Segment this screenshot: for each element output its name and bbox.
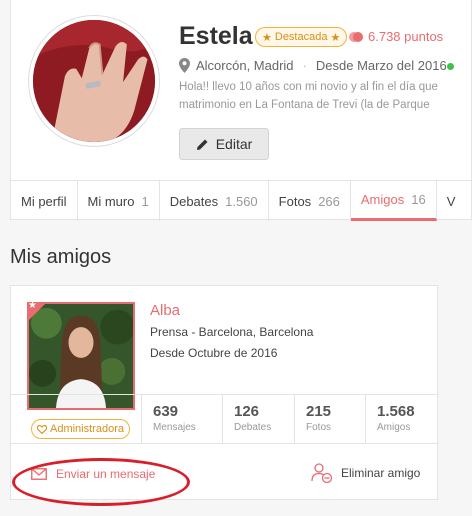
points: 6.738 puntos <box>348 29 443 44</box>
tab-label: V <box>446 193 456 209</box>
admin-badge-label: Administradora <box>50 423 124 435</box>
tab-label: Debates <box>169 193 219 209</box>
section-title: Mis amigos <box>10 246 112 268</box>
stat-value: 126 <box>234 403 260 420</box>
edit-profile-button[interactable]: Editar <box>179 128 269 160</box>
profile-name: Estela <box>179 22 253 50</box>
stat-label: Fotos <box>306 422 332 433</box>
profile-tabs: Mi perfil Mi muro 1 Debates 1.560 Fotos … <box>11 180 472 221</box>
bio-line: matrimonio en La Fontana de Trevi (la de… <box>179 99 430 111</box>
tab-count: 1.560 <box>225 193 258 209</box>
featured-badge-label: Destacada <box>274 31 328 43</box>
tab-label: Mi perfil <box>21 193 67 209</box>
friend-since: Desde Octubre de 2016 <box>150 346 278 360</box>
send-message-label: Enviar un mensaje <box>56 467 156 481</box>
edit-profile-label: Editar <box>215 136 253 152</box>
star-icon: ★ <box>28 300 37 311</box>
stat-label: Amigos <box>377 422 411 433</box>
friend-name[interactable]: Alba <box>150 302 180 319</box>
heart-icon <box>37 424 47 434</box>
envelope-icon <box>31 468 47 480</box>
remove-friend-label: Eliminar amigo <box>341 466 421 480</box>
tab-mi-perfil[interactable]: Mi perfil <box>11 181 78 221</box>
stat-debates: 126 Debates <box>222 394 293 444</box>
tab-fotos[interactable]: Fotos 266 <box>269 181 351 221</box>
points-value: 6.738 puntos <box>368 29 444 44</box>
hand-ring-photo <box>33 20 155 142</box>
tab-label: Fotos <box>278 193 312 209</box>
tab-truncated[interactable]: V <box>437 181 466 221</box>
profile-bio: Hola!! llevo 10 años con mi novio y al f… <box>179 78 469 114</box>
profile-avatar[interactable] <box>29 16 159 146</box>
send-message-button[interactable]: Enviar un mensaje <box>31 467 155 481</box>
separator-dot: · <box>302 58 307 73</box>
tab-debates[interactable]: Debates 1.560 <box>160 181 269 221</box>
location-pin-icon <box>179 58 190 73</box>
tab-label: Mi muro <box>87 193 135 209</box>
points-icon <box>349 31 363 42</box>
stat-fotos: 215 Fotos <box>294 394 365 444</box>
online-status-dot <box>447 63 454 70</box>
star-icon: ★ <box>262 31 272 44</box>
stat-label: Mensajes <box>153 422 196 433</box>
stat-label: Debates <box>234 422 272 433</box>
stat-amigos: 1.568 Amigos <box>365 394 436 444</box>
star-icon: ★ <box>330 31 341 44</box>
admin-badge: Administradora <box>31 419 130 439</box>
profile-location: Alcorcón, Madrid <box>196 58 294 73</box>
profile-meta: Alcorcón, Madrid · Desde Marzo del 2016 <box>179 58 447 73</box>
remove-user-icon <box>311 463 333 483</box>
friend-location: Prensa - Barcelona, Barcelona <box>150 325 314 339</box>
tab-count: 1 <box>141 193 149 209</box>
stat-value: 1.568 <box>377 403 415 420</box>
featured-badge: ★ Destacada ★ <box>255 27 348 47</box>
bio-line: Hola!! llevo 10 años con mi novio y al f… <box>179 81 438 93</box>
profile-since: Desde Marzo del 2016 <box>315 58 447 73</box>
tab-count: 266 <box>318 193 340 209</box>
tab-amigos[interactable]: Amigos 16 <box>350 181 437 221</box>
tab-label: Amigos <box>360 192 405 207</box>
stat-mensajes: 639 Mensajes <box>141 394 212 444</box>
stat-value: 639 <box>153 403 179 420</box>
pencil-icon <box>196 139 208 150</box>
tab-count: 16 <box>411 192 426 207</box>
tab-mi-muro[interactable]: Mi muro 1 <box>78 181 160 221</box>
stat-value: 215 <box>306 403 332 420</box>
profile-card: Estela ★ Destacada ★ 6.738 puntos Alcorc… <box>10 0 472 221</box>
friend-card: ★ Alba Prensa - Barcelona, Barcelona Des… <box>10 285 439 500</box>
remove-friend-button[interactable]: Eliminar amigo <box>311 463 420 483</box>
